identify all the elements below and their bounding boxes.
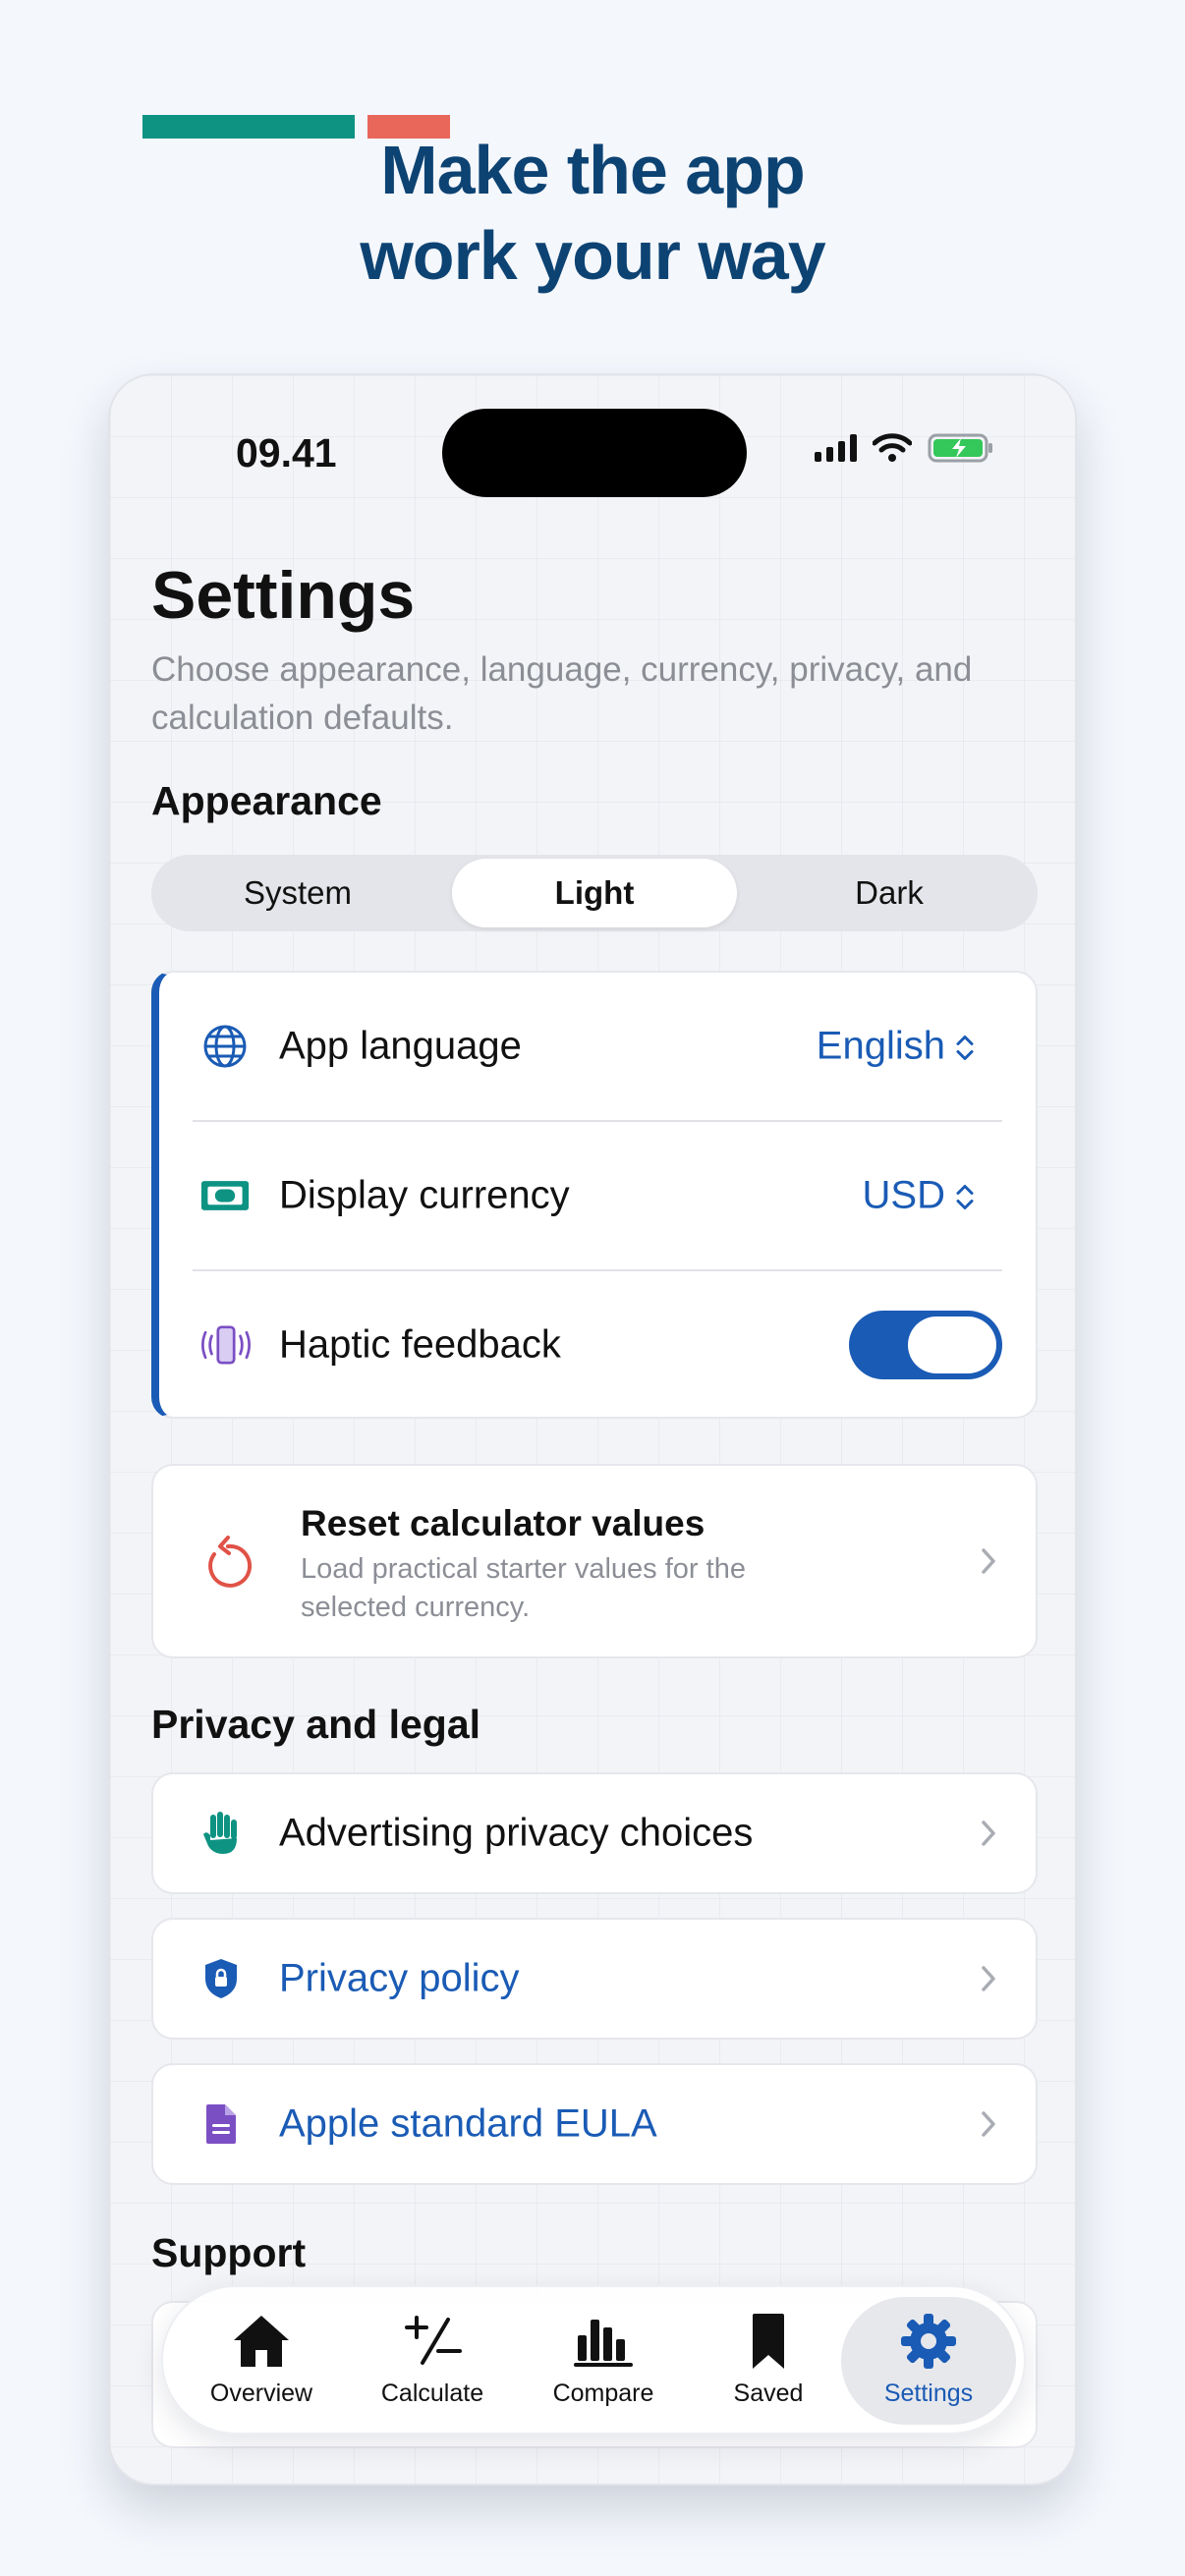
reset-values-card[interactable]: Reset calculator values Load practical s… [151,1464,1038,1658]
battery-charging-icon [928,433,992,463]
tab-label: Saved [733,2380,804,2407]
tab-saved[interactable]: Saved [690,2297,847,2425]
tab-compare[interactable]: Compare [525,2297,682,2425]
privacy-section-label: Privacy and legal [151,1702,481,1747]
phone-vibrate-icon [197,1320,255,1370]
ad-privacy-label: Advertising privacy choices [279,1811,754,1855]
appearance-segmented-control: System Light Dark [151,855,1038,931]
currency-label: Display currency [279,1173,570,1217]
promo-headline: Make the app work your way [0,128,1185,299]
house-icon [229,2309,294,2374]
globe-icon [200,1022,250,1071]
eula-row[interactable]: Apple standard EULA [151,2063,1038,2185]
language-picker[interactable]: English [817,1025,975,1069]
banknote-icon [200,1171,250,1220]
page-title: Settings [151,558,416,633]
cellular-signal-icon [815,434,857,462]
tab-settings[interactable]: Settings [841,2297,1016,2425]
chevron-right-icon [982,2111,995,2137]
tab-label: Overview [209,2380,313,2407]
reset-description: Load practical starter values for the se… [301,1553,746,1623]
privacy-policy-label: Privacy policy [279,1956,520,2000]
chevron-right-icon [982,1820,995,1846]
eula-label: Apple standard EULA [279,2101,657,2146]
plus-minus-icon [400,2309,465,2374]
tab-label: Settings [883,2380,974,2407]
preferences-card: App language English Display currency US… [151,971,1038,1419]
ad-privacy-row[interactable]: Advertising privacy choices [151,1772,1038,1894]
language-value: English [816,1024,945,1068]
wifi-icon [873,433,912,462]
language-label: App language [279,1024,522,1068]
haptics-label: Haptic feedback [279,1322,561,1367]
status-icons [815,432,994,464]
chart-bar-icon [571,2309,636,2374]
tab-bar: Overview Calculate Compare Saved Setting… [161,2285,1026,2435]
status-time: 09.41 [236,430,337,476]
appearance-option-system[interactable]: System [155,859,440,927]
haptics-row: Haptic feedback [159,1271,1036,1419]
chevron-up-down-icon [956,1036,974,1061]
haptics-toggle[interactable] [849,1311,1002,1379]
privacy-policy-row[interactable]: Privacy policy [151,1918,1038,2040]
reset-title: Reset calculator values [301,1503,705,1543]
bookmark-icon [736,2309,801,2374]
currency-row[interactable]: Display currency USD [159,1122,1036,1269]
document-icon [197,2100,246,2149]
appearance-option-dark[interactable]: Dark [747,859,1032,927]
support-section-label: Support [151,2230,307,2275]
reset-icon [200,1535,255,1598]
headline-line-1: Make the app [380,132,805,208]
chevron-up-down-icon [956,1185,974,1210]
tab-label: Calculate [380,2380,484,2407]
appearance-section-label: Appearance [151,778,382,823]
chevron-right-icon [982,1966,995,1991]
phone-frame: 09.41 Settings Choose appearance, langua… [108,373,1077,2486]
chevron-right-icon [982,1548,995,1574]
language-row[interactable]: App language English [159,973,1036,1120]
toggle-knob [908,1316,996,1373]
gear-icon [896,2309,961,2374]
appearance-option-light[interactable]: Light [452,859,737,927]
currency-picker[interactable]: USD [863,1174,975,1218]
currency-value: USD [862,1173,945,1217]
page-subtitle: Choose appearance, language, currency, p… [151,650,973,737]
dynamic-island [442,409,747,497]
tab-calculate[interactable]: Calculate [354,2297,511,2425]
shield-lock-icon [197,1954,246,2003]
tab-label: Compare [552,2380,654,2407]
headline-line-2: work your way [360,217,825,294]
raised-hand-icon [197,1809,246,1858]
tab-overview[interactable]: Overview [183,2297,340,2425]
